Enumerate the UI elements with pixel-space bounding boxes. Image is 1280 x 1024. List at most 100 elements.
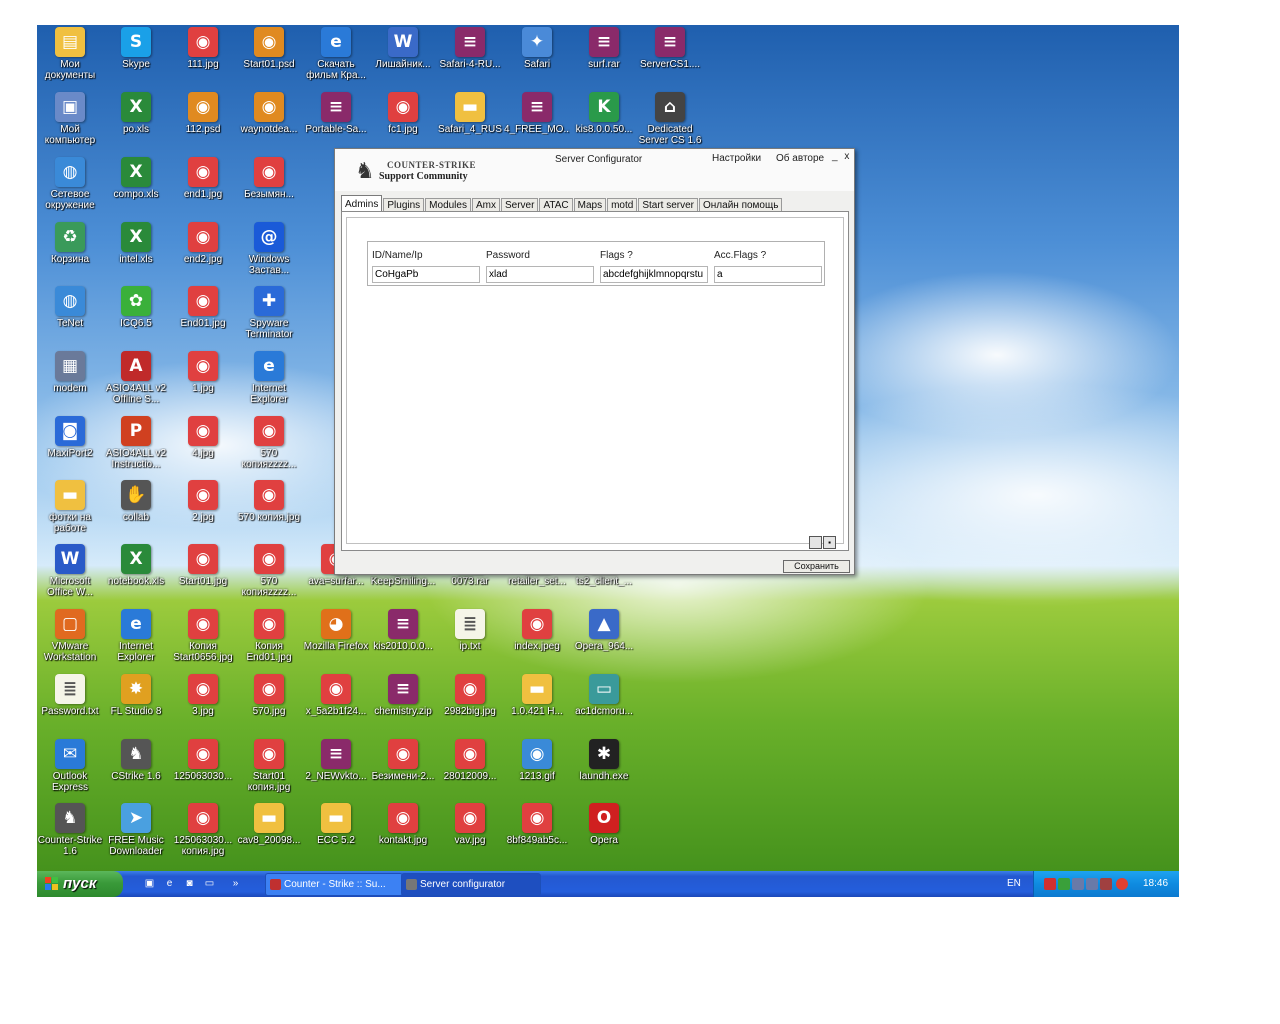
desktop-icon[interactable]: A ASIO4ALL v2 Offline S... (103, 351, 169, 405)
desktop-icon[interactable]: ≡ surf.rar (571, 27, 637, 70)
desktop-icon[interactable]: e Internet Explorer (103, 609, 169, 663)
desktop-icon[interactable]: @ Windows Застав... (236, 222, 302, 276)
desktop-icon[interactable]: e Internet Explorer (236, 351, 302, 405)
desktop-icon[interactable]: ≣ Password.txt (37, 674, 103, 717)
desktop-icon[interactable]: ▤ Мои документы (37, 27, 103, 81)
desktop-icon[interactable]: ▬ фотки на работе (37, 480, 103, 534)
desktop-icon[interactable]: ✸ FL Studio 8 (103, 674, 169, 717)
desktop-icon[interactable]: ✋ collab (103, 480, 169, 523)
desktop-icon[interactable]: ▦ modem (37, 351, 103, 394)
desktop-icon[interactable]: Kkis8.0.0.50... (571, 92, 637, 135)
about-menu[interactable]: Об авторе (776, 153, 824, 164)
desktop-icon[interactable]: ▬ ECC 5.2 (303, 803, 369, 846)
desktop-icon[interactable]: ◉ kontakt.jpg (370, 803, 436, 846)
desktop-icon[interactable]: ◉ end1.jpg (170, 157, 236, 200)
quicklaunch-show-desktop-icon[interactable]: ▣ (143, 877, 156, 890)
desktop-icon[interactable]: ≣ ip.txt (437, 609, 503, 652)
flags-field[interactable]: abcdefghijklmnopqrstu (600, 266, 708, 283)
desktop-icon[interactable]: ◉ 570 копияzzzz... (236, 544, 302, 598)
desktop-icon[interactable]: ✿ ICQ6.5 (103, 286, 169, 329)
desktop-icon[interactable]: W Microsoft Office W... (37, 544, 103, 598)
quicklaunch-media-icon[interactable]: ◙ (183, 877, 196, 890)
id-name-ip-field[interactable]: CoHgaPb (372, 266, 480, 283)
close-button[interactable]: x (844, 151, 849, 162)
tray-network-icon[interactable] (1072, 878, 1084, 890)
desktop-icon[interactable]: ≡ chemistry.zip (370, 674, 436, 717)
language-indicator[interactable]: EN (1007, 871, 1021, 897)
desktop-icon[interactable]: ◉ 2.jpg (170, 480, 236, 523)
desktop-icon[interactable]: ◉ Безимени-2... (370, 739, 436, 782)
desktop-icon[interactable]: ◉ End01.jpg (170, 286, 236, 329)
desktop-icon[interactable]: ≡ 2_NEWvkto... (303, 739, 369, 782)
desktop-icon[interactable]: ✦ Safari (504, 27, 570, 70)
desktop-icon[interactable]: ≡ Safari-4-RU... (437, 27, 503, 70)
add-row-button[interactable] (809, 536, 822, 549)
quicklaunch-more-icon[interactable]: » (229, 877, 242, 890)
desktop-icon[interactable]: ♻ Корзина (37, 222, 103, 265)
desktop-icon[interactable]: ◉ 1213.gif (504, 739, 570, 782)
desktop-icon[interactable]: ✱ laundh.exe (571, 739, 637, 782)
desktop-icon[interactable]: ◉ Start01 копия.jpg (236, 739, 302, 793)
desktop-icon[interactable]: ◉ index.jpeg (504, 609, 570, 652)
desktop-icon[interactable]: ◍ Сетевое окружение (37, 157, 103, 211)
desktop-icon[interactable]: ◉ 3.jpg (170, 674, 236, 717)
desktop-icon[interactable]: ▲ Opera_964... (571, 609, 637, 652)
desktop-icon[interactable]: ◉ 570 копия.jpg (236, 480, 302, 523)
quicklaunch-ie-icon[interactable]: e (163, 877, 176, 890)
desktop-icon[interactable]: ▭ ac1dcmoru... (571, 674, 637, 717)
desktop-icon[interactable]: ◍ TeNet (37, 286, 103, 329)
remove-row-button[interactable]: ▪ (823, 536, 836, 549)
desktop-icon[interactable]: ◉ 1.jpg (170, 351, 236, 394)
desktop-icon[interactable]: ◉ 570.jpg (236, 674, 302, 717)
desktop-icon[interactable]: ♞ Counter-Strike 1.6 (37, 803, 103, 857)
desktop-icon[interactable]: ▣ Мой компьютер (37, 92, 103, 146)
desktop-icon[interactable]: ≡ 4_FREE_MO... (504, 92, 570, 135)
desktop-icon[interactable]: ◉ 28012009... (437, 739, 503, 782)
minimize-button[interactable]: _ (832, 151, 838, 162)
desktop-icon[interactable]: ◉ Start01.jpg (170, 544, 236, 587)
save-button[interactable]: Сохранить (783, 560, 850, 573)
desktop-icon[interactable]: ◉ 4.jpg (170, 416, 236, 459)
desktop-icon[interactable]: ◉ Безымян... (236, 157, 302, 200)
desktop-icon[interactable]: ▢ VMware Workstation (37, 609, 103, 663)
column-header-acc-flags[interactable]: Acc.Flags ? (714, 250, 766, 261)
desktop-icon[interactable]: e Скачать фильм Кра... (303, 27, 369, 81)
tray-antivirus-icon[interactable] (1044, 878, 1056, 890)
desktop-icon[interactable]: ✉ Outlook Express (37, 739, 103, 793)
desktop-icon[interactable]: ▬ cav8_20098... (236, 803, 302, 846)
desktop-icon[interactable]: ◉ 2982big.jpg (437, 674, 503, 717)
column-header-flags[interactable]: Flags ? (600, 250, 633, 261)
desktop-icon[interactable]: Xnotebook.xls (103, 544, 169, 587)
tray-volume-icon[interactable] (1100, 878, 1112, 890)
desktop-icon[interactable]: ◉ end2.jpg (170, 222, 236, 265)
tray-network2-icon[interactable] (1086, 878, 1098, 890)
desktop-icon[interactable]: ◉ 125063030... (170, 739, 236, 782)
desktop-icon[interactable]: ≡ kis2010.0.0... (370, 609, 436, 652)
desktop-icon[interactable]: ▬ Safari_4_RUS (437, 92, 503, 135)
quicklaunch-window-icon[interactable]: ▭ (203, 877, 216, 890)
password-field[interactable]: xlad (486, 266, 594, 283)
desktop-icon[interactable]: ◉ 8bf849ab5c... (504, 803, 570, 846)
desktop-icon[interactable]: ≡ ServerCS1.... (637, 27, 703, 70)
desktop-icon[interactable]: ◕ Mozilla Firefox (303, 609, 369, 652)
desktop-icon[interactable]: ◙ MaxiPort2 (37, 416, 103, 459)
tray-icq-icon[interactable] (1058, 878, 1070, 890)
desktop-icon[interactable]: ➤ FREE Music Downloader (103, 803, 169, 857)
desktop-icon[interactable]: Xintel.xls (103, 222, 169, 265)
tray-opera-icon[interactable] (1116, 878, 1128, 890)
taskbar-button-server-configurator[interactable]: Server configurator (401, 873, 541, 896)
desktop-icon[interactable]: ◉ Копия End01.jpg (236, 609, 302, 663)
desktop-icon[interactable]: ◉ 112.psd (170, 92, 236, 135)
desktop-icon[interactable]: Xcompo.xls (103, 157, 169, 200)
window-titlebar[interactable]: ♞ COUNTER-STRIKE Support Community Serve… (335, 149, 854, 191)
start-button[interactable]: пуск (37, 871, 123, 897)
desktop-icon[interactable]: ♞ CStrike 1.6 (103, 739, 169, 782)
desktop-icon[interactable]: ◉ x_5a2b1f24... (303, 674, 369, 717)
desktop-icon[interactable]: ◉ 125063030... копия.jpg (170, 803, 236, 857)
desktop-icon[interactable]: ⌂ Dedicated Server CS 1.6 (637, 92, 703, 146)
desktop-icon[interactable]: S Skype (103, 27, 169, 70)
desktop-icon[interactable]: ◉ vav.jpg (437, 803, 503, 846)
settings-menu[interactable]: Настройки (712, 153, 761, 164)
desktop-icon[interactable]: Xpo.xls (103, 92, 169, 135)
desktop-icon[interactable]: ◉ 570 копияzzzz... (236, 416, 302, 470)
